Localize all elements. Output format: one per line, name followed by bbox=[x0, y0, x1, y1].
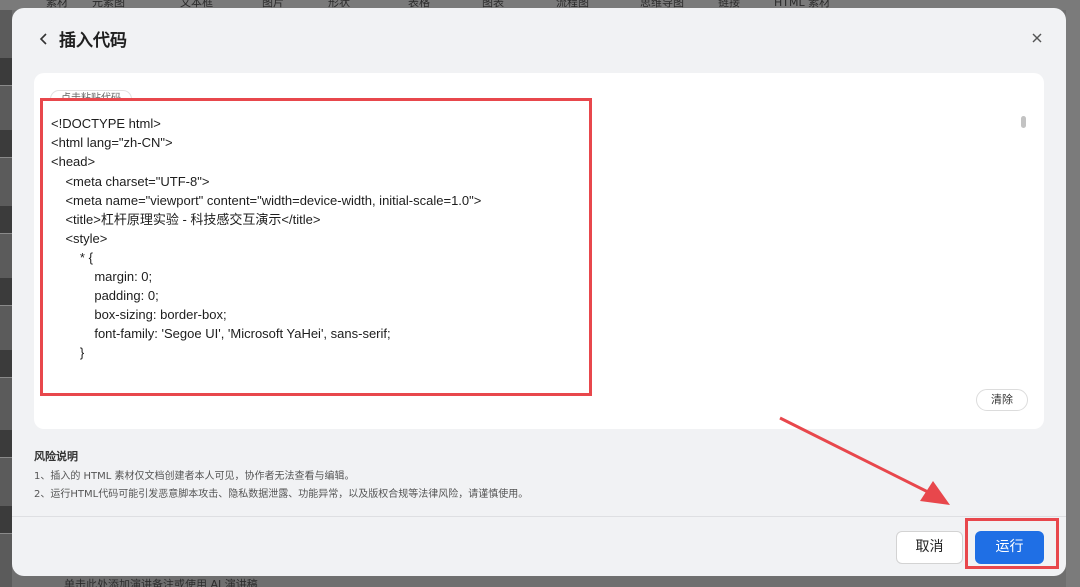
risk-title: 风险说明 bbox=[34, 450, 78, 463]
chevron-left-icon[interactable] bbox=[36, 30, 52, 48]
code-line: <!DOCTYPE html> bbox=[51, 116, 161, 131]
slide-thumbnail bbox=[0, 430, 12, 458]
slide-thumbnail bbox=[0, 58, 12, 86]
code-line: } bbox=[51, 345, 85, 360]
code-scrollbar[interactable] bbox=[1021, 116, 1026, 128]
code-line: * { bbox=[51, 250, 93, 265]
code-line: padding: 0; bbox=[51, 288, 159, 303]
footer-divider bbox=[12, 516, 1066, 517]
slide-thumbnail bbox=[0, 350, 12, 378]
background-slide-strip bbox=[0, 10, 12, 587]
cancel-button[interactable]: 取消 bbox=[896, 531, 963, 564]
code-line: <html lang="zh-CN"> bbox=[51, 135, 173, 150]
run-button-highlight bbox=[965, 518, 1059, 569]
close-icon[interactable] bbox=[1028, 28, 1046, 48]
background-right-panel bbox=[1066, 10, 1080, 587]
risk-line: 1、插入的 HTML 素材仅文档创建者本人可见，协作者无法查看与编辑。 bbox=[34, 471, 355, 482]
code-line: <style> bbox=[51, 231, 108, 246]
code-line: <meta name="viewport" content="width=dev… bbox=[51, 193, 482, 208]
code-panel: 点击粘贴代码 <!DOCTYPE html> <html lang="zh-CN… bbox=[34, 73, 1044, 429]
code-editor[interactable]: <!DOCTYPE html> <html lang="zh-CN"> <hea… bbox=[40, 98, 592, 396]
risk-line: 2、运行HTML代码可能引发恶意脚本攻击、隐私数据泄露、功能异常，以及版权合规等… bbox=[34, 489, 529, 500]
slide-thumbnail bbox=[0, 506, 12, 534]
code-line: margin: 0; bbox=[51, 269, 153, 284]
dialog-title: 插入代码 bbox=[59, 31, 127, 51]
background-notes-hint: 单击此处添加演讲备注或使用 AI 演讲稿 bbox=[64, 578, 258, 587]
slide-thumbnail bbox=[0, 206, 12, 234]
dialog-header: 插入代码 bbox=[12, 8, 1066, 70]
slide-thumbnail bbox=[0, 130, 12, 158]
code-line: <title>杠杆原理实验 - 科技感交互演示</title> bbox=[51, 212, 321, 227]
code-line: font-family: 'Segoe UI', 'Microsoft YaHe… bbox=[51, 326, 391, 341]
slide-thumbnail bbox=[0, 278, 12, 306]
insert-code-dialog: 插入代码 点击粘贴代码 <!DOCTYPE html> <html lang="… bbox=[12, 8, 1066, 576]
code-line: <head> bbox=[51, 154, 96, 169]
clear-button[interactable]: 清除 bbox=[976, 389, 1028, 411]
code-line: <meta charset="UTF-8"> bbox=[51, 174, 210, 189]
code-line: box-sizing: border-box; bbox=[51, 307, 227, 322]
